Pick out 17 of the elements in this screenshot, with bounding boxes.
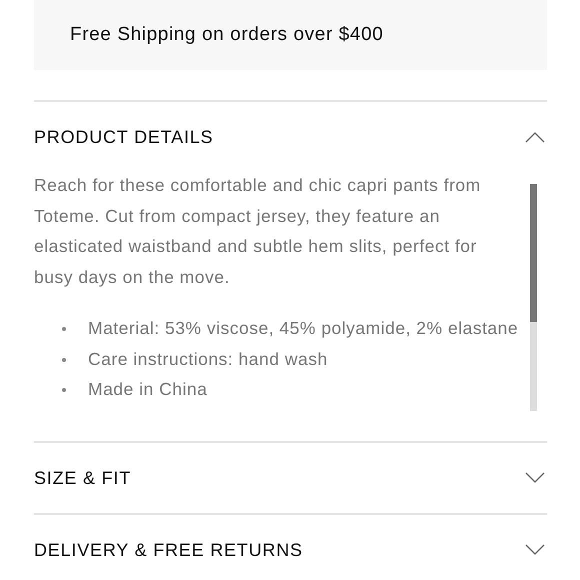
description-text: Reach for these comfortable and chic capri pants from Toteme. Cut from compact jersey, they feature an elasticated waistband and subtle hem slits, perfect for busy days on the move.: [34, 174, 482, 289]
bullet-icon: [62, 327, 66, 331]
accordion-header[interactable]: SIZE & FIT: [34, 443, 547, 513]
bullet-text: Material: 53% viscose, 45% polyamide, 2% elastane: [88, 317, 518, 340]
bullet-text: Care instructions: hand wash: [88, 348, 328, 370]
bullet-text: Made in China: [88, 378, 208, 401]
chevron-down-icon: [525, 472, 545, 484]
accordion-header[interactable]: PRODUCT DETAILS: [34, 102, 547, 172]
section-title: PRODUCT DETAILS: [34, 126, 214, 148]
promo-text: Free Shipping on orders over $400: [70, 24, 384, 46]
bullet-icon: [62, 358, 66, 362]
section-title: SIZE & FIT: [34, 468, 132, 488]
chevron-down-icon: [525, 544, 545, 556]
chevron-up-icon: [525, 131, 545, 143]
accordion-header[interactable]: DELIVERY & FREE RETURNS: [34, 515, 547, 580]
bullet-icon: [62, 388, 66, 392]
section-title: DELIVERY & FREE RETURNS: [34, 540, 303, 560]
